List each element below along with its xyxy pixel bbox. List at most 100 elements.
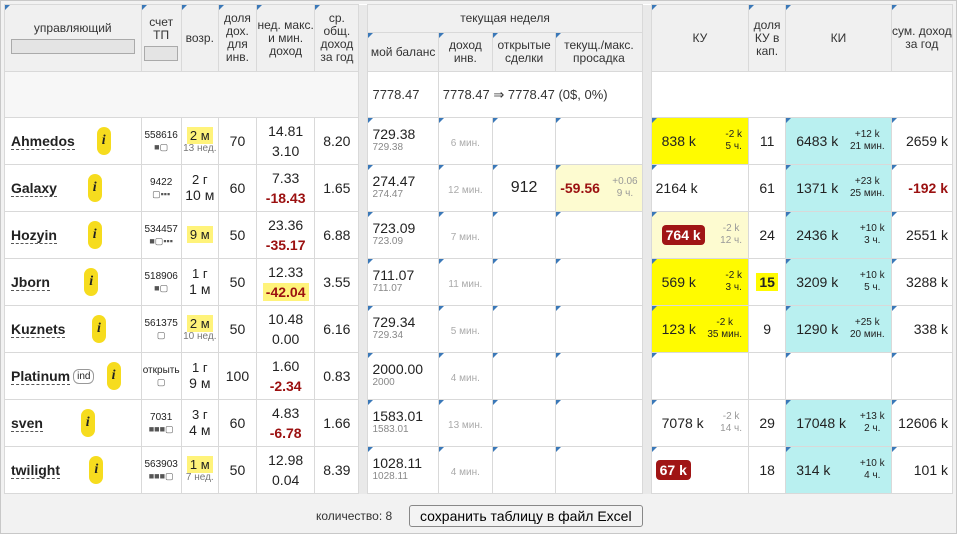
col-open-deals[interactable]: открытые сделки [491,32,557,72]
ki-delta: +25 k [854,317,880,328]
drawdown-cell[interactable] [555,352,643,400]
avg-income-value: 3.55 [323,274,351,290]
ki-cell[interactable]: 2436 k +10 k3 ч. [785,211,892,259]
ku-cell[interactable]: 764 k -2 k 12 ч. [650,211,750,259]
age-cell: 9 м [180,211,219,259]
inv-income-cell[interactable]: 4 мин. [437,446,493,494]
open-deals-cell[interactable] [491,258,557,306]
col-my-balance[interactable]: мой баланс [367,32,439,72]
drawdown-cell[interactable] [555,211,643,259]
open-deals-cell[interactable] [491,352,557,400]
drawdown-cell[interactable] [555,446,643,494]
total-income-cell[interactable]: 338 k [890,305,954,353]
open-deals-cell[interactable] [491,399,557,447]
manager-link[interactable]: Platinum [11,367,71,385]
ku-cell[interactable]: 838 k -2 k5 ч. [650,117,750,165]
ku-time: 12 ч. [720,235,743,246]
balance-cell[interactable]: 723.09 723.09 [367,211,439,259]
ki-cell[interactable]: 1290 k +25 k 20 мин. [785,305,892,353]
open-deals-cell[interactable] [491,117,557,165]
col-manager[interactable]: управляющий [4,4,142,72]
manager-tag: ind [73,369,95,385]
inv-income-cell[interactable]: 11 мин. [437,258,493,306]
manager-link[interactable]: Galaxy [11,180,57,197]
info-icon[interactable]: i [84,268,99,296]
total-income-cell[interactable]: 2551 k [890,211,954,259]
ku-share-cell: 29 [748,399,787,447]
ki-time: 2 ч. [864,423,881,434]
drawdown-cell[interactable] [555,305,643,353]
ku-cell[interactable]: 2164 k [650,164,750,212]
ku-cell[interactable] [650,352,750,400]
inv-income-cell[interactable]: 6 мин. [437,117,493,165]
ki-cell[interactable]: 6483 k +12 k 21 мин. [785,117,892,165]
ku-cell[interactable]: 7078 k -2 k 14 ч. [650,399,750,447]
ku-cell[interactable]: 67 k [650,446,750,494]
balance-cell[interactable]: 2000.00 2000 [367,352,439,400]
ki-cell[interactable]: 314 k +10 k4 ч. [785,446,892,494]
total-income-cell[interactable]: 101 k [890,446,954,494]
manager-link[interactable]: twilight [11,462,60,479]
total-income-cell[interactable] [890,352,954,400]
info-icon[interactable]: i [96,127,111,155]
info-icon[interactable]: i [87,174,102,202]
info-icon[interactable]: i [89,456,104,484]
ku-cell[interactable]: 569 k -2 k3 ч. [650,258,750,306]
col-avg-income[interactable]: ср. общ. доход за год [314,4,360,72]
drawdown-cell[interactable] [555,399,643,447]
inv-income-cell[interactable]: 13 мин. [437,399,493,447]
col-inv-income[interactable]: доход инв. [437,32,493,72]
col-age[interactable]: возр. [180,4,219,72]
ki-cell[interactable]: 3209 k +10 k5 ч. [785,258,892,306]
drawdown-cell[interactable] [555,117,643,165]
manager-link[interactable]: Kuznets [11,321,66,338]
col-ki[interactable]: КИ [785,4,892,72]
balance-cell[interactable]: 274.47 274.47 [367,164,439,212]
account-filter-input[interactable] [144,45,179,61]
weekly-cell: 4.83 -6.78 [256,399,316,447]
col-share[interactable]: доля дох. для инв. [217,4,258,72]
balance-cell[interactable]: 729.38 729.38 [367,117,439,165]
col-ku-share[interactable]: доля КУ в кап. [748,4,787,72]
drawdown-cell[interactable] [555,258,643,306]
open-deals-cell[interactable] [491,305,557,353]
inv-income-cell[interactable]: 12 мин. [437,164,493,212]
export-excel-button[interactable]: сохранить таблицу в файл Excel [409,505,643,527]
ki-cell[interactable]: 17048 k +13 k2 ч. [785,399,892,447]
info-icon[interactable]: i [92,315,106,343]
manager-link[interactable]: Jborn [11,274,50,291]
balance-cell[interactable]: 729.34 729.34 [367,305,439,353]
balance-cell[interactable]: 1028.11 1028.11 [367,446,439,494]
info-icon[interactable]: i [80,409,95,437]
manager-filter-input[interactable] [10,39,135,54]
total-income-cell[interactable]: 12606 k [890,399,954,447]
manager-link[interactable]: Ahmedos [11,133,75,150]
inv-income-cell[interactable]: 4 мин. [437,352,493,400]
account-number[interactable]: открыть [142,365,180,377]
account-cell: 563903 ■■■▢ [140,446,182,494]
inv-income-cell[interactable]: 5 мин. [437,305,493,353]
ki-cell[interactable]: 1371 k +23 k 25 мин. [785,164,892,212]
col-drawdown[interactable]: текущ./макс. просадка [555,32,643,72]
drawdown-cell[interactable]: -59.56 +0.06 9 ч. [555,164,643,212]
ki-cell[interactable] [785,352,892,400]
total-income-cell[interactable]: 3288 k [890,258,954,306]
ku-cell[interactable]: 123 k -2 k 35 мин. [650,305,750,353]
total-income-cell[interactable]: -192 k [890,164,954,212]
info-icon[interactable]: i [87,221,102,249]
open-deals-cell[interactable] [491,211,557,259]
col-account[interactable]: счет ТП [140,4,182,72]
balance-cell[interactable]: 1583.01 1583.01 [367,399,439,447]
open-deals-cell[interactable] [491,446,557,494]
manager-link[interactable]: Hozyin [11,227,57,244]
balance-value: 723.09 [372,220,416,236]
inv-income-cell[interactable]: 7 мин. [437,211,493,259]
col-total-income[interactable]: сум. доход за год [890,4,954,72]
col-ku[interactable]: КУ [650,4,750,72]
open-deals-cell[interactable]: 912 [491,164,557,212]
info-icon[interactable]: i [106,362,121,390]
col-weekly[interactable]: нед. макс. и мин. доход [256,4,316,72]
balance-cell[interactable]: 711.07 711.07 [367,258,439,306]
total-income-cell[interactable]: 2659 k [890,117,954,165]
manager-link[interactable]: sven [11,415,43,432]
